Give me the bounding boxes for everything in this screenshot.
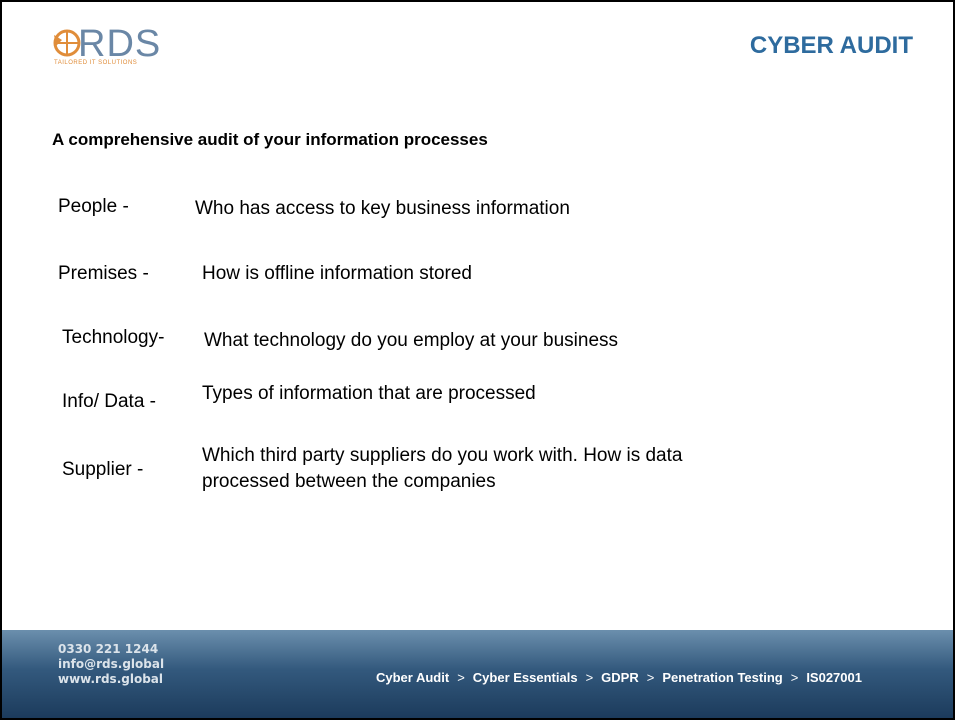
term-supplier: Supplier -: [62, 459, 144, 480]
description-premises: How is offline information stored: [202, 263, 472, 284]
service-cyber-audit: Cyber Audit: [376, 670, 450, 685]
service-penetration-testing: Penetration Testing: [662, 670, 783, 685]
breadcrumb-separator: >: [457, 670, 465, 685]
logo-text: RDS: [78, 23, 162, 65]
footer-bar: 0330 221 1244 info@rds.global www.rds.gl…: [2, 630, 953, 718]
phone-number: 0330 221 1244: [58, 642, 159, 656]
email-address: info@rds.global: [58, 657, 165, 671]
description-info-data: Types of information that are processed: [202, 383, 536, 404]
page-title: CYBER AUDIT: [749, 32, 913, 59]
term-info-data: Info/ Data -: [62, 391, 156, 412]
breadcrumb-separator: >: [790, 670, 799, 685]
description-supplier-line2: processed between the companies: [202, 471, 496, 492]
breadcrumb-separator: >: [585, 670, 594, 685]
term-people: People -: [58, 196, 129, 217]
service-is027001: IS027001: [806, 670, 862, 685]
website-address: www.rds.global: [58, 672, 164, 686]
page-subtitle: A comprehensive audit of your informatio…: [52, 130, 488, 149]
service-cyber-essentials: Cyber Essentials: [472, 670, 578, 685]
description-people: Who has access to key business informati…: [195, 198, 570, 219]
service-gdpr: GDPR: [601, 670, 639, 685]
breadcrumb-separator: >: [646, 670, 655, 685]
term-technology: Technology-: [62, 327, 165, 348]
term-premises: Premises -: [58, 263, 149, 284]
services-breadcrumb: Cyber Audit > Cyber Essentials > GDPR > Penetr…: [376, 670, 862, 685]
contact-info: 0330 221 1244 info@rds.global www.rds.gl…: [58, 642, 164, 687]
description-technology: What technology do you employ at your bu…: [204, 330, 619, 351]
logo-tagline: TAILORED IT SOLUTIONS: [54, 60, 138, 66]
slide: RDS TAILORED IT SOLUTIONS CYBER AUDIT A …: [0, 0, 955, 720]
description-supplier-line1: Which third party suppliers do you work …: [202, 445, 683, 466]
rds-logo: RDS TAILORED IT SOLUTIONS: [52, 22, 192, 72]
